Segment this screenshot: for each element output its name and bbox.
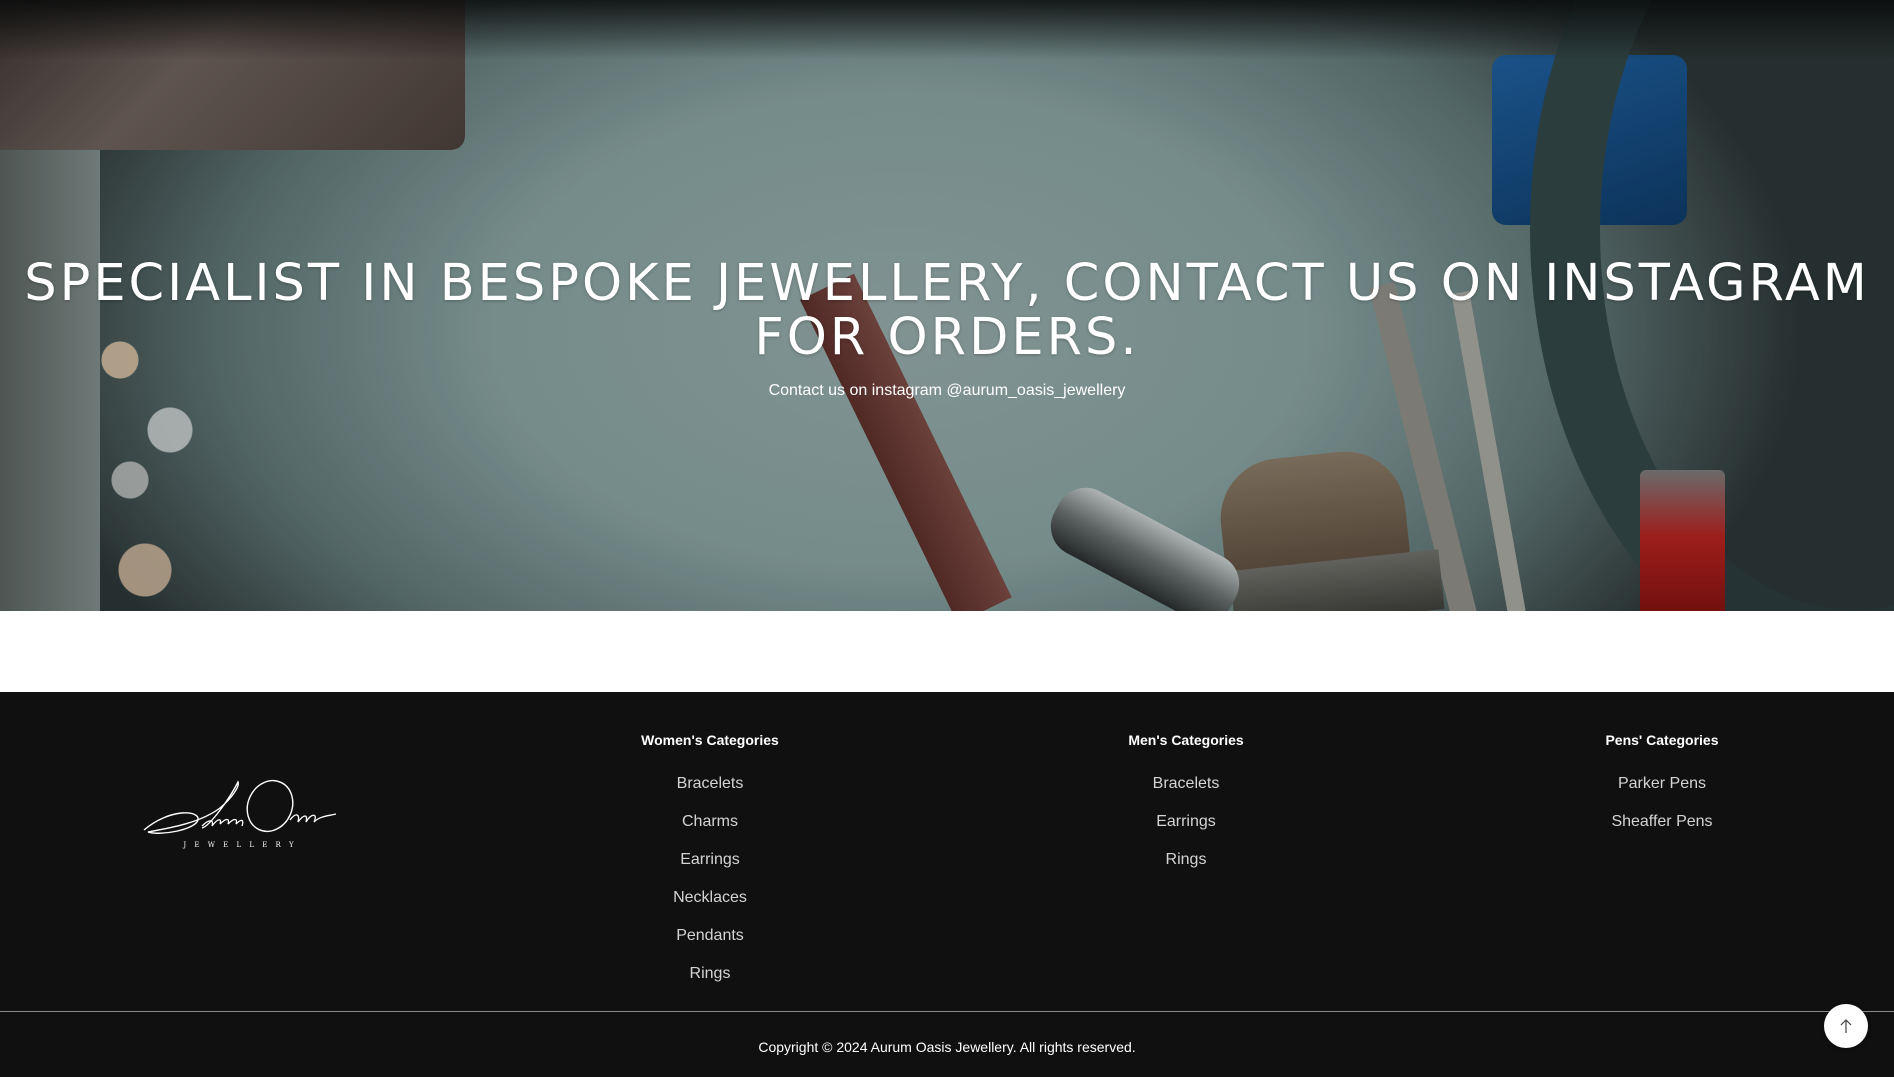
footer-link-sheaffer-pens[interactable]: Sheaffer Pens <box>1512 812 1812 850</box>
footer-divider <box>0 1011 1894 1012</box>
footer-link-women-pendants[interactable]: Pendants <box>560 926 860 964</box>
hero-subtitle: Contact us on instagram @aurum_oasis_jew… <box>768 382 1126 399</box>
footer-link-men-earrings[interactable]: Earrings <box>1036 812 1336 850</box>
brand-logo[interactable]: J E W E L L E R Y <box>140 768 340 858</box>
footer-column-title: Women's Categories <box>641 732 779 748</box>
footer-column-pens: Pens' Categories Parker Pens Sheaffer Pe… <box>1512 732 1812 850</box>
footer-link-women-necklaces[interactable]: Necklaces <box>560 888 860 926</box>
footer-column-title: Pens' Categories <box>1605 732 1719 748</box>
footer-link-men-rings[interactable]: Rings <box>1036 850 1336 888</box>
footer-link-men-bracelets[interactable]: Bracelets <box>1036 774 1336 812</box>
hero-title: SPECIALIST IN BESPOKE JEWELLERY, CONTACT… <box>24 254 1870 367</box>
site-footer: J E W E L L E R Y Women's Categories Bra… <box>0 692 1894 1077</box>
logo-mark: J E W E L L E R Y <box>143 779 337 849</box>
footer-link-women-rings[interactable]: Rings <box>560 964 860 1002</box>
arrow-up-icon <box>1840 1019 1852 1033</box>
footer-column-title: Men's Categories <box>1128 732 1244 748</box>
footer-column-women: Women's Categories Bracelets Charms Earr… <box>560 732 860 1002</box>
hero-banner: SPECIALIST IN BESPOKE JEWELLERY, CONTACT… <box>0 0 1894 611</box>
footer-link-women-earrings[interactable]: Earrings <box>560 850 860 888</box>
footer-link-women-bracelets[interactable]: Bracelets <box>560 774 860 812</box>
back-to-top-button[interactable] <box>1824 1004 1868 1048</box>
logo-tagline: J E W E L L E R Y <box>182 841 296 849</box>
copyright-text: Copyright © 2024 Aurum Oasis Jewellery. … <box>758 1039 1136 1055</box>
footer-link-women-charms[interactable]: Charms <box>560 812 860 850</box>
footer-link-parker-pens[interactable]: Parker Pens <box>1512 774 1812 812</box>
footer-column-men: Men's Categories Bracelets Earrings Ring… <box>1036 732 1336 888</box>
